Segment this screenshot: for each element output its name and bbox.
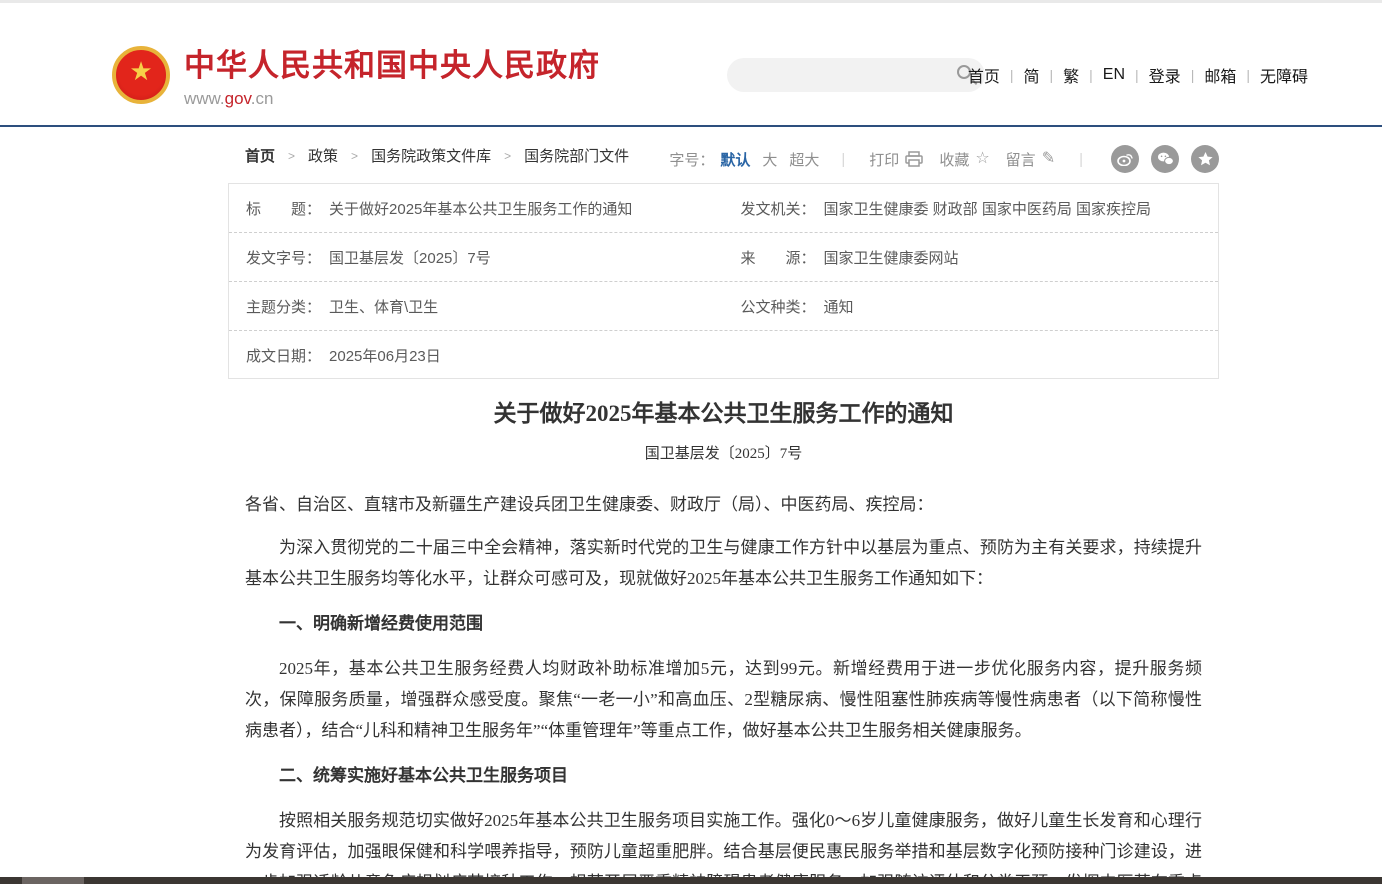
chevron-right-icon: > <box>288 149 295 163</box>
comment-button[interactable]: 留言 ✎ <box>1006 149 1055 170</box>
url-cn: .cn <box>251 89 274 108</box>
breadcrumb-department-docs[interactable]: 国务院部门文件 <box>524 145 629 166</box>
wechat-icon[interactable] <box>1151 145 1179 173</box>
font-size-xlarge-button[interactable]: 超大 <box>789 149 819 170</box>
chevron-right-icon: > <box>504 149 511 163</box>
logo-text: 中华人民共和国中央人民政府 www.gov.cn <box>184 40 600 109</box>
meta-doc-number: 发文字号： 国卫基层发〔2025〕7号 <box>229 247 724 268</box>
table-row: 标 题： 关于做好2025年基本公共卫生服务工作的通知 发文机关： 国家卫生健康… <box>229 184 1218 233</box>
document-content: 关于做好2025年基本公共卫生服务工作的通知 国卫基层发〔2025〕7号 各省、… <box>228 394 1219 884</box>
site-title: 中华人民共和国中央人民政府 <box>184 40 600 85</box>
scrollbar-thumb[interactable] <box>22 877 84 884</box>
page-title: 关于做好2025年基本公共卫生服务工作的通知 <box>228 394 1219 428</box>
url-gov: gov <box>225 89 251 108</box>
meta-label: 来 源： <box>741 247 816 268</box>
meta-label: 发文字号： <box>246 247 321 268</box>
paragraph-salutation: 各省、自治区、直辖市及新疆生产建设兵团卫生健康委、财政厅（局）、中医药局、疾控局… <box>245 489 1202 520</box>
meta-value: 国家卫生健康委网站 <box>824 247 959 268</box>
breadcrumb-policy[interactable]: 政策 <box>308 145 338 166</box>
nav-mail[interactable]: 邮箱 <box>1204 63 1236 87</box>
qzone-star-icon[interactable] <box>1191 145 1219 173</box>
favorite-label: 收藏 <box>939 149 969 170</box>
font-size-label: 字号： <box>669 149 714 170</box>
meta-value: 国家卫生健康委 财政部 国家中医药局 国家疾控局 <box>824 198 1152 219</box>
page: ★ 中华人民共和国中央人民政府 www.gov.cn 首页 | 简 | 繁 | EN |… <box>0 0 1382 884</box>
meta-label: 主题分类： <box>246 296 321 317</box>
table-row: 主题分类： 卫生、体育\卫生 公文种类： 通知 <box>229 282 1218 331</box>
meta-source: 来 源： 国家卫生健康委网站 <box>724 247 1219 268</box>
doc-number: 国卫基层发〔2025〕7号 <box>228 442 1219 463</box>
table-row: 发文字号： 国卫基层发〔2025〕7号 来 源： 国家卫生健康委网站 <box>229 233 1218 282</box>
toolbar-separator: | <box>841 151 845 168</box>
meta-title: 标 题： 关于做好2025年基本公共卫生服务工作的通知 <box>229 198 724 219</box>
meta-label: 标 题： <box>246 198 321 219</box>
meta-issuing-agency: 发文机关： 国家卫生健康委 财政部 国家中医药局 国家疾控局 <box>724 198 1219 219</box>
search-input[interactable] <box>743 58 943 92</box>
meta-value: 国卫基层发〔2025〕7号 <box>329 247 491 268</box>
nav-separator: | <box>1246 67 1250 83</box>
section-heading-1: 一、明确新增经费使用范围 <box>245 608 1202 639</box>
meta-topic-category: 主题分类： 卫生、体育\卫生 <box>229 296 724 317</box>
font-size-large-button[interactable]: 大 <box>762 149 777 170</box>
nav-separator: | <box>1191 67 1195 83</box>
favorite-button[interactable]: 收藏 ☆ <box>939 149 989 170</box>
meta-value: 通知 <box>824 296 854 317</box>
font-size-default-button[interactable]: 默认 <box>720 149 750 170</box>
nav-traditional[interactable]: 繁 <box>1063 63 1079 87</box>
nav-english[interactable]: EN <box>1103 66 1125 84</box>
nav-separator: | <box>1135 67 1139 83</box>
nav-accessibility[interactable]: 无障碍 <box>1260 63 1308 87</box>
pencil-icon: ✎ <box>1042 151 1055 167</box>
paragraph: 2025年，基本公共卫生服务经费人均财政补助标准增加5元，达到99元。新增经费用… <box>245 653 1202 746</box>
breadcrumb-policy-library[interactable]: 国务院政策文件库 <box>371 145 491 166</box>
nav-simplified[interactable]: 简 <box>1023 63 1039 87</box>
meta-value: 2025年06月23日 <box>329 345 441 366</box>
nav-separator: | <box>1050 67 1054 83</box>
header-divider <box>0 125 1382 127</box>
nav-separator: | <box>1089 67 1093 83</box>
paragraph: 为深入贯彻党的二十届三中全会精神，落实新时代党的卫生与健康工作方针中以基层为重点… <box>245 532 1202 594</box>
url-www: www. <box>184 89 225 108</box>
toolbar-separator: | <box>1079 151 1083 168</box>
star-icon: ★ <box>129 58 152 84</box>
site-url: www.gov.cn <box>184 89 600 109</box>
meta-label: 发文机关： <box>741 198 816 219</box>
nav-separator: | <box>1010 67 1014 83</box>
toolbar: 字号： 默认 大 超大 | 打印 收藏 ☆ 留言 <box>669 145 1219 173</box>
star-outline-icon: ☆ <box>975 151 989 167</box>
print-button[interactable]: 打印 <box>869 149 923 170</box>
meta-value: 卫生、体育\卫生 <box>329 296 438 317</box>
site-logo[interactable]: ★ 中华人民共和国中央人民政府 www.gov.cn <box>112 40 600 109</box>
meta-doc-type: 公文种类： 通知 <box>724 296 1219 317</box>
search-box[interactable] <box>727 58 985 92</box>
section-heading-2: 二、统筹实施好基本公共卫生服务项目 <box>245 760 1202 791</box>
site-header: ★ 中华人民共和国中央人民政府 www.gov.cn 首页 | 简 | 繁 | EN |… <box>0 3 1382 125</box>
national-emblem-icon: ★ <box>112 46 170 104</box>
paragraph: 按照相关服务规范切实做好2025年基本公共卫生服务项目实施工作。强化0～6岁儿童… <box>245 805 1202 884</box>
meta-value: 关于做好2025年基本公共卫生服务工作的通知 <box>329 198 632 219</box>
nav-home[interactable]: 首页 <box>968 63 1000 87</box>
meta-label: 公文种类： <box>741 296 816 317</box>
printer-icon <box>905 151 923 167</box>
meta-label: 成文日期： <box>246 345 321 366</box>
print-label: 打印 <box>869 149 899 170</box>
top-nav: 首页 | 简 | 繁 | EN | 登录 | 邮箱 | 无障碍 <box>968 63 1308 87</box>
table-row: 成文日期： 2025年06月23日 <box>229 331 1218 380</box>
breadcrumb-toolbar-row: 首页 > 政策 > 国务院政策文件库 > 国务院部门文件 字号： 默认 大 超大… <box>228 145 1219 169</box>
document-meta-table: 标 题： 关于做好2025年基本公共卫生服务工作的通知 发文机关： 国家卫生健康… <box>228 183 1219 379</box>
weibo-icon[interactable] <box>1111 145 1139 173</box>
horizontal-scrollbar[interactable] <box>0 877 1382 884</box>
meta-date: 成文日期： 2025年06月23日 <box>229 345 724 366</box>
comment-label: 留言 <box>1006 149 1036 170</box>
breadcrumb: 首页 > 政策 > 国务院政策文件库 > 国务院部门文件 <box>245 145 629 166</box>
doc-body: 各省、自治区、直辖市及新疆生产建设兵团卫生健康委、财政厅（局）、中医药局、疾控局… <box>228 489 1219 884</box>
share-buttons <box>1099 145 1219 173</box>
breadcrumb-home[interactable]: 首页 <box>245 145 275 166</box>
nav-login[interactable]: 登录 <box>1149 63 1181 87</box>
chevron-right-icon: > <box>351 149 358 163</box>
